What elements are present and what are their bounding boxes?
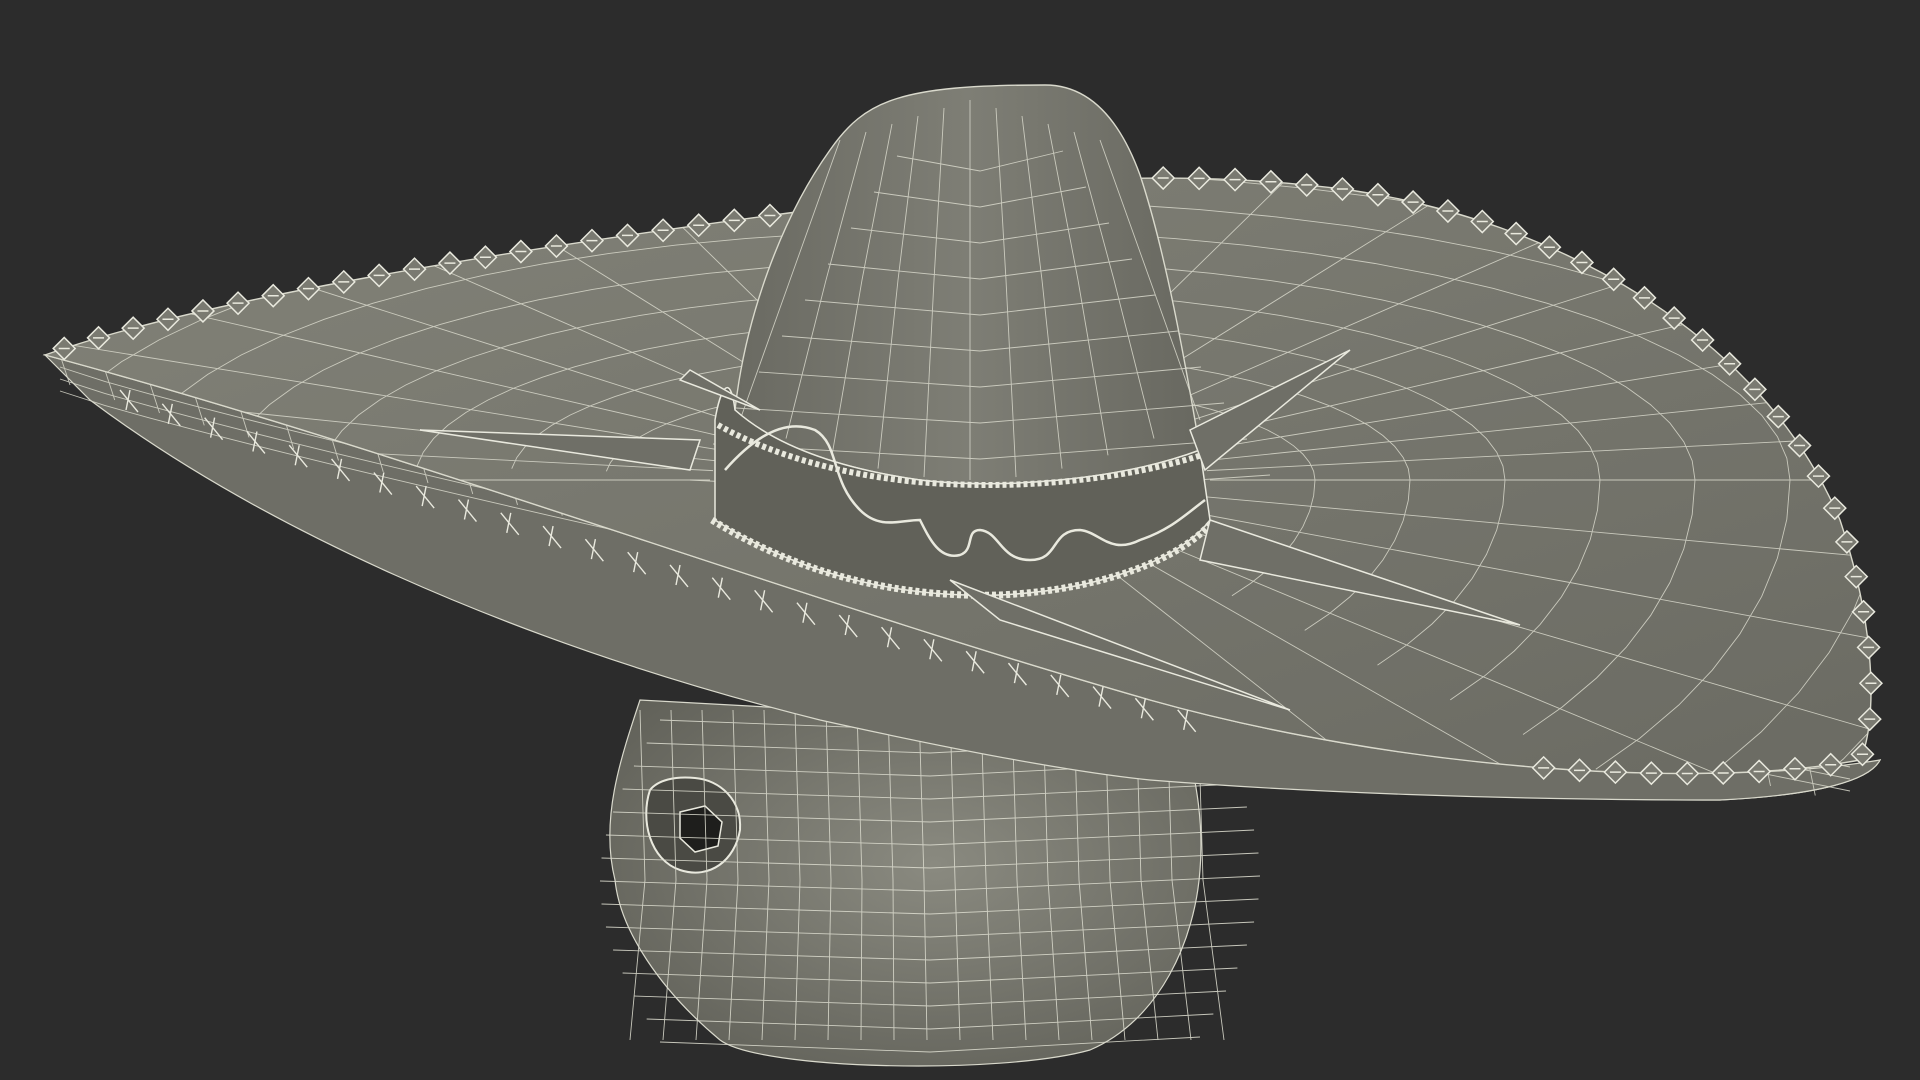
- wireframe-scene: [42, 84, 1884, 1067]
- render-viewport: [0, 0, 1920, 1080]
- crown-shape: [734, 84, 1201, 485]
